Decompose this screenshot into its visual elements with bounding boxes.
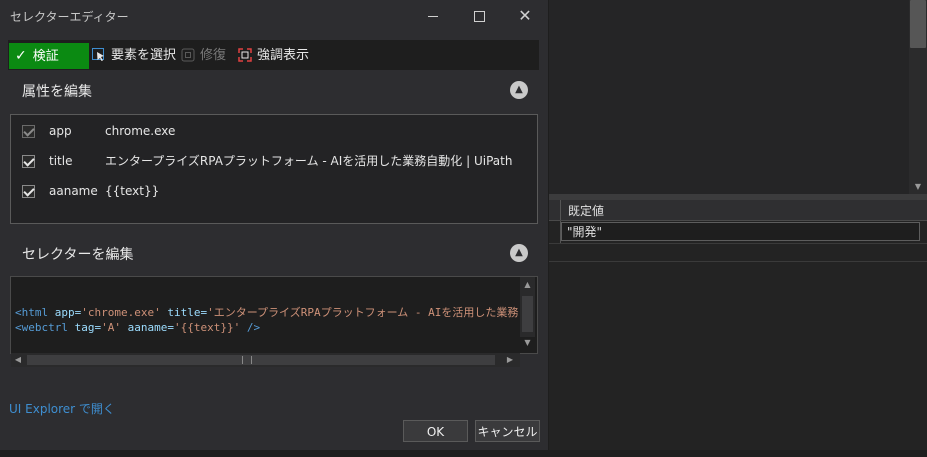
attribute-name: app — [49, 124, 72, 138]
chevron-up-icon[interactable]: ▲ — [510, 81, 528, 99]
background-scrollbar-thumb[interactable] — [910, 0, 926, 48]
verify-label: 検証 — [32, 49, 59, 64]
code-token: <webctrl — [15, 321, 68, 334]
minimize-icon — [428, 15, 438, 17]
select-element-label: 要素を選択 — [111, 48, 177, 63]
ok-button[interactable]: OK — [403, 420, 468, 442]
highlight-button[interactable]: 強調表示 — [238, 43, 309, 69]
code-token: /> — [240, 321, 261, 334]
code-token: aaname= — [120, 321, 174, 334]
open-in-ui-explorer-link[interactable]: UI Explorer で開く — [9, 400, 115, 417]
attribute-checkbox-title[interactable] — [22, 155, 35, 168]
code-token: title= — [160, 306, 208, 319]
repair-button[interactable]: 修復 — [181, 43, 226, 69]
grid-line — [548, 261, 927, 262]
grid-column-divider — [560, 200, 561, 220]
code-token: 'エンタープライズRPAプラットフォーム - AIを活用した業務自動化 | Ui… — [207, 306, 519, 319]
grid-line — [548, 243, 927, 244]
code-token: '{{text}}' — [173, 321, 241, 334]
checkmark-icon: ✓ — [15, 48, 27, 64]
select-element-icon — [92, 47, 104, 61]
selector-code[interactable]: <html app='chrome.exe' title='エンタープライズRP… — [15, 305, 519, 335]
code-token: <html — [15, 306, 49, 319]
attribute-row-app: app chrome.exe — [22, 121, 175, 141]
attribute-checkbox-app[interactable] — [22, 125, 35, 138]
scroll-up-arrow-icon[interactable]: ▲ — [520, 280, 535, 292]
select-element-button[interactable]: 要素を選択 — [92, 43, 176, 69]
attribute-name: aaname — [49, 184, 98, 198]
code-token: app= — [48, 306, 82, 319]
edit-selector-title: セレクターを編集 — [22, 247, 134, 263]
verify-button[interactable]: ✓ 検証 — [9, 43, 89, 69]
grid-header — [548, 200, 927, 221]
attribute-value: エンタープライズRPAプラットフォーム - AIを活用した業務自動化 | UiP… — [105, 154, 513, 168]
close-button[interactable]: ✕ — [502, 0, 548, 32]
code-token: 'chrome.exe' — [81, 306, 161, 319]
scroll-down-arrow-icon[interactable]: ▼ — [910, 180, 926, 194]
background-panel-top — [548, 0, 927, 196]
default-value-cell[interactable]: "開発" — [561, 222, 920, 241]
window-bottom-strip — [0, 450, 927, 457]
minimize-button[interactable] — [410, 0, 456, 32]
attribute-value: {{text}} — [105, 184, 160, 198]
code-token: 'A' — [101, 321, 121, 334]
repair-label: 修復 — [200, 48, 227, 63]
vertical-scrollbar-thumb[interactable] — [522, 296, 533, 332]
edit-attributes-title: 属性を編集 — [22, 84, 92, 100]
chevron-up-icon[interactable]: ▲ — [510, 244, 528, 262]
highlight-icon — [238, 47, 252, 62]
attribute-checkbox-aaname[interactable] — [22, 185, 35, 198]
scroll-left-arrow-icon[interactable]: ◀ — [12, 354, 24, 366]
maximize-icon — [473, 10, 485, 22]
cancel-button[interactable]: キャンセル — [475, 420, 540, 442]
scrollbar-grip-icon — [242, 356, 252, 364]
attribute-value: chrome.exe — [105, 124, 176, 138]
code-token: tag= — [67, 321, 102, 334]
repair-icon — [181, 48, 195, 61]
close-icon: ✕ — [518, 6, 532, 25]
maximize-button[interactable] — [456, 0, 502, 32]
scroll-right-arrow-icon[interactable]: ▶ — [504, 354, 516, 366]
attribute-row-aaname: aaname {{text}} — [22, 181, 159, 201]
attribute-row-title: title エンタープライズRPAプラットフォーム - AIを活用した業務自動化… — [22, 151, 512, 171]
attribute-name: title — [49, 154, 73, 168]
scroll-down-arrow-icon[interactable]: ▼ — [520, 338, 535, 350]
dialog-title: セレクターエディター — [10, 10, 129, 24]
horizontal-scrollbar-thumb[interactable] — [27, 355, 495, 365]
default-value-column-header: 既定値 — [568, 204, 605, 218]
highlight-label: 強調表示 — [257, 48, 310, 63]
